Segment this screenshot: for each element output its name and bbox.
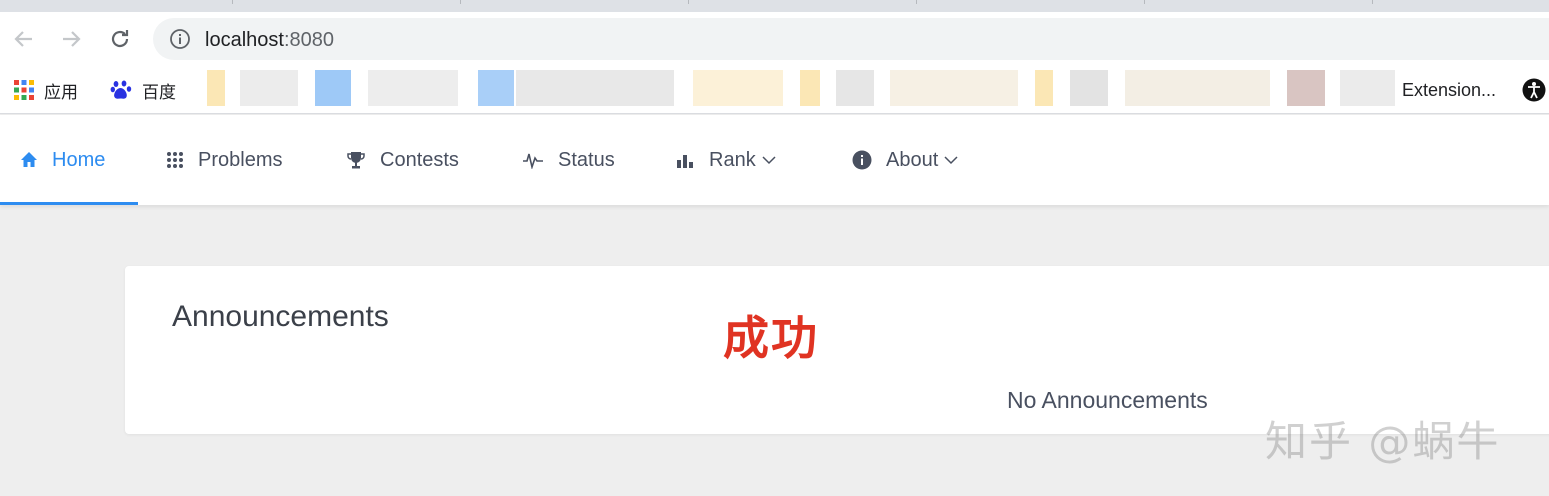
nav-item-about[interactable]: About <box>852 115 958 205</box>
profile-button[interactable] <box>1522 78 1546 102</box>
blurred-bookmark[interactable] <box>1287 70 1325 106</box>
nav-item-label: Rank <box>709 148 756 171</box>
bar-chart-icon <box>677 152 695 168</box>
nav-item-status[interactable]: Status <box>522 115 615 205</box>
bookmark-extensions-label: Extension... <box>1402 79 1497 100</box>
success-annotation: 成功 <box>723 311 819 365</box>
back-button[interactable] <box>10 25 38 53</box>
blurred-bookmark[interactable] <box>1070 70 1108 106</box>
back-arrow-icon <box>14 31 32 47</box>
blurred-bookmark[interactable] <box>478 70 514 106</box>
forward-button[interactable] <box>57 25 85 53</box>
blurred-bookmark[interactable] <box>207 70 225 106</box>
blurred-bookmark[interactable] <box>890 70 1018 106</box>
chevron-down-icon <box>944 155 958 165</box>
apps-grid-icon <box>14 80 34 100</box>
info-icon <box>852 150 872 170</box>
grid-icon <box>166 151 184 169</box>
bookmark-baidu[interactable]: 百度 <box>110 78 176 103</box>
tab-separator <box>232 0 233 4</box>
tab-separator <box>916 0 917 4</box>
trophy-icon <box>346 150 366 170</box>
address-bar[interactable]: localhost:8080 <box>153 18 1549 60</box>
forward-arrow-icon <box>63 31 81 47</box>
tab-separator <box>688 0 689 4</box>
watermark: 知乎 @蜗牛 <box>1265 417 1501 466</box>
bookmark-baidu-label: 百度 <box>142 82 176 103</box>
blurred-bookmark[interactable] <box>368 70 458 106</box>
blurred-bookmark[interactable] <box>315 70 351 106</box>
accessibility-icon <box>1522 78 1546 102</box>
bookmark-extensions[interactable]: Extension... <box>1402 78 1496 102</box>
browser-toolbar: localhost:8080 <box>0 12 1549 66</box>
nav-item-rank[interactable]: Rank <box>677 115 776 205</box>
nav-item-label: Problems <box>198 148 283 171</box>
tab-strip <box>0 0 1549 12</box>
tab-separator <box>1372 0 1373 4</box>
announcements-title: Announcements <box>172 300 389 333</box>
blurred-bookmark[interactable] <box>693 70 783 106</box>
tab-separator <box>460 0 461 4</box>
blurred-bookmark[interactable] <box>516 70 674 106</box>
active-tab-indicator <box>0 202 138 205</box>
nav-item-label: Home <box>52 148 106 171</box>
home-icon <box>20 151 38 169</box>
url-text[interactable]: localhost:8080 <box>205 29 334 52</box>
pulse-icon <box>522 151 544 169</box>
app-navbar: Home Problems Contests Status Rank About <box>0 115 1549 205</box>
bookmark-apps[interactable]: 应用 <box>14 78 78 103</box>
nav-item-label: Contests <box>380 148 459 171</box>
nav-item-label: About <box>886 148 939 171</box>
blurred-bookmark[interactable] <box>1340 70 1395 106</box>
bookmark-apps-label: 应用 <box>44 82 78 103</box>
blurred-bookmark[interactable] <box>836 70 874 106</box>
no-announcements-text: No Announcements <box>1007 387 1208 413</box>
reload-icon <box>111 30 129 48</box>
nav-item-home[interactable]: Home <box>20 115 105 205</box>
bookmarks-bar: 应用 百度 Extension... <box>0 66 1549 114</box>
reload-button[interactable] <box>106 25 134 53</box>
nav-item-contests[interactable]: Contests <box>346 115 459 205</box>
nav-item-problems[interactable]: Problems <box>166 115 282 205</box>
blurred-bookmark[interactable] <box>240 70 298 106</box>
chevron-down-icon <box>762 155 776 165</box>
nav-item-label: Status <box>558 148 615 171</box>
tab-separator <box>1144 0 1145 4</box>
blurred-bookmark[interactable] <box>800 70 820 106</box>
blurred-bookmark[interactable] <box>1125 70 1270 106</box>
site-info-icon[interactable] <box>169 28 191 55</box>
baidu-paw-icon <box>110 80 132 99</box>
blurred-bookmark[interactable] <box>1035 70 1053 106</box>
